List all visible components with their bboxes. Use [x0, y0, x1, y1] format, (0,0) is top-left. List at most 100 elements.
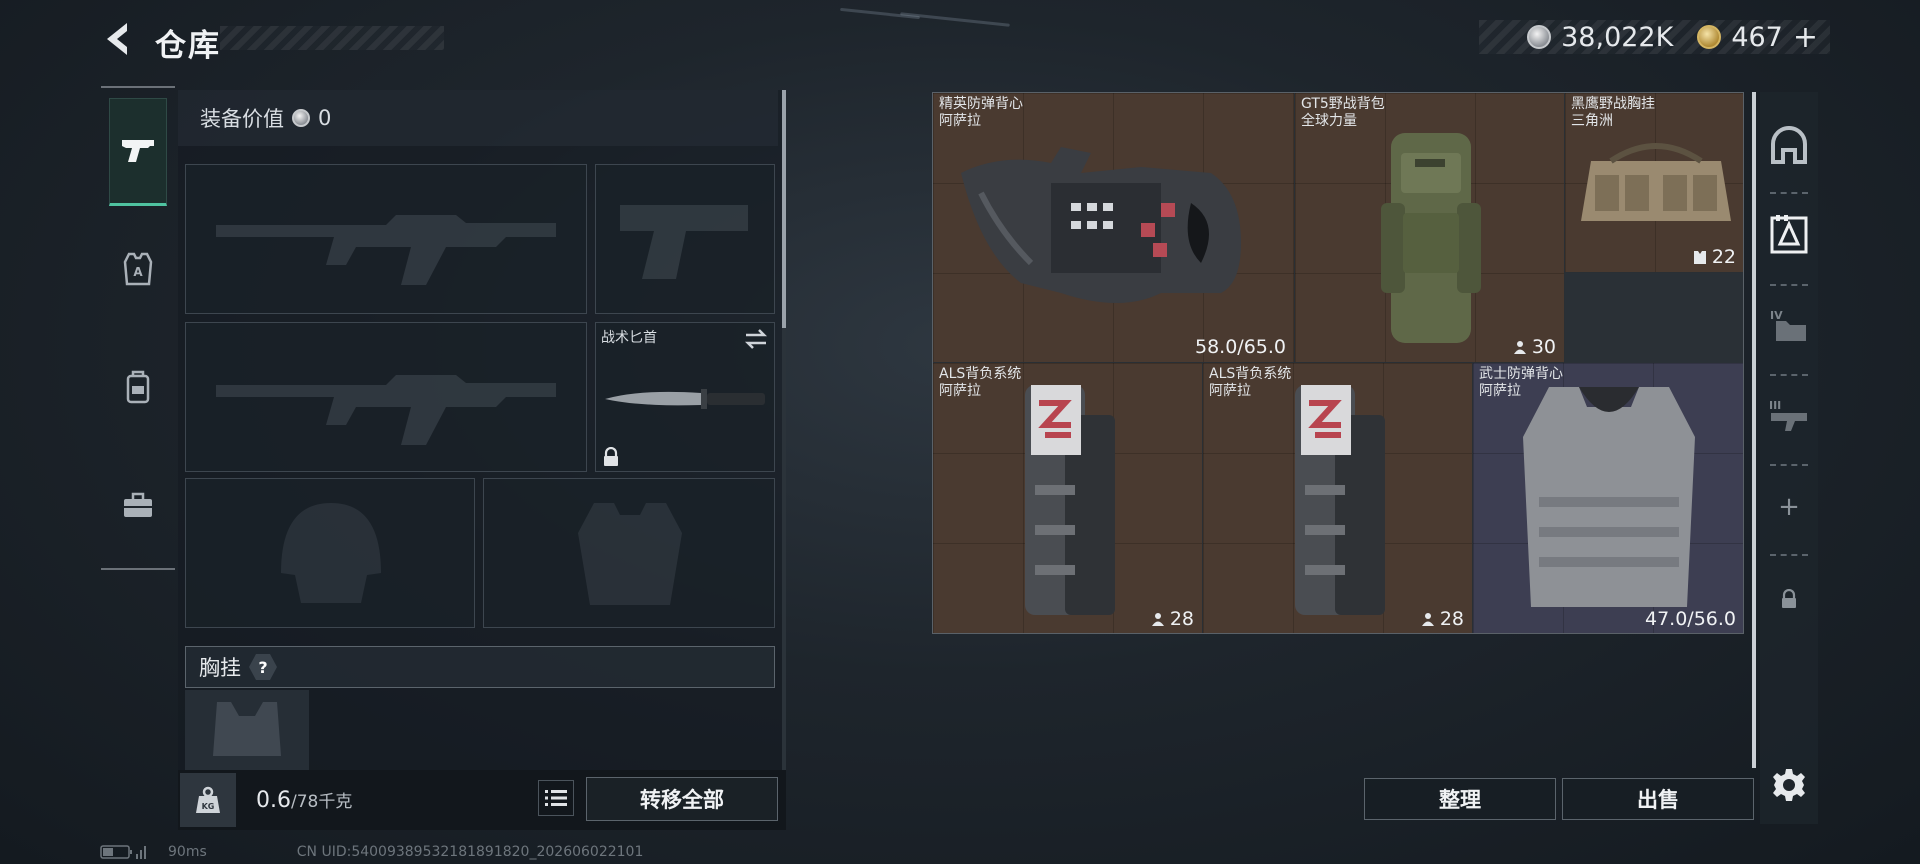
- category-separator: [1770, 284, 1808, 286]
- capacity: 28: [1420, 608, 1464, 630]
- item-name: 黑鹰野战胸挂 三角洲: [1571, 96, 1655, 130]
- body-armor-slot[interactable]: [483, 478, 775, 628]
- loadout-scroll-thumb[interactable]: [782, 90, 786, 328]
- tab-case[interactable]: [109, 476, 167, 534]
- capacity-value: 28: [1439, 608, 1464, 630]
- loadout-panel: 装备价值 0 战术匕首 胸挂 ? KG 0.6/78千克 转移全部: [178, 90, 786, 830]
- armor-category-icon: [1770, 215, 1808, 254]
- silver-coin-icon: [292, 109, 310, 127]
- category-add[interactable]: +: [1760, 472, 1818, 542]
- equipment-value: 装备价值 0: [178, 90, 778, 146]
- silver-balance: 38,022K: [1561, 21, 1674, 53]
- storage-scrollbar[interactable]: [1752, 92, 1756, 768]
- lock-icon: [604, 447, 618, 466]
- category-separator: [1770, 374, 1808, 376]
- tab-backpack[interactable]: [109, 358, 167, 416]
- folder-iv-icon: IV: [1770, 309, 1806, 341]
- storage-item[interactable]: 精英防弹背心 阿萨拉 58.0/65.0: [933, 93, 1295, 363]
- capacity-icon: [1151, 613, 1164, 626]
- chest-rig-slot[interactable]: [185, 690, 309, 770]
- item-brand: 全球力量: [1301, 113, 1357, 129]
- capacity-value: 28: [1169, 608, 1194, 630]
- storage-item[interactable]: GT5野战背包 全球力量 30: [1295, 93, 1565, 363]
- back-arrow-icon: [107, 23, 127, 55]
- sell-button[interactable]: 出售: [1562, 778, 1754, 820]
- category-armor[interactable]: [1760, 200, 1818, 270]
- storage-item[interactable]: ALS背负系统 阿萨拉 28: [1203, 363, 1473, 633]
- storage-item[interactable]: 黑鹰野战胸挂 三角洲 22: [1565, 93, 1743, 273]
- helmet-category-icon: [1771, 126, 1807, 164]
- rifle-silhouette-icon: [216, 215, 556, 285]
- weight-value: 0.6: [256, 788, 291, 813]
- plus-icon: +: [1778, 492, 1800, 522]
- list-icon: [545, 790, 567, 806]
- melee-label: 战术匕首: [601, 330, 657, 346]
- durability: 58.0/65.0: [1194, 336, 1286, 358]
- rifle-silhouette-icon: [216, 375, 556, 445]
- category-tier-iii[interactable]: III: [1760, 380, 1818, 450]
- weight-icon: KG: [180, 773, 236, 827]
- add-currency-button[interactable]: +: [1793, 20, 1818, 55]
- ping-value: 90ms: [168, 844, 207, 860]
- tab-weapons[interactable]: [109, 98, 167, 206]
- secondary-weapon-slot[interactable]: [185, 322, 587, 472]
- lock-icon: [1782, 589, 1796, 608]
- storage-item[interactable]: ALS背负系统 阿萨拉 28: [933, 363, 1203, 633]
- swap-icon[interactable]: [744, 329, 768, 349]
- help-icon[interactable]: ?: [249, 654, 277, 680]
- equipment-tabs: A: [101, 86, 175, 570]
- tab-armor[interactable]: A: [109, 240, 167, 298]
- title-decoration: [220, 26, 444, 50]
- capacity: 30: [1512, 336, 1556, 358]
- item-title: 黑鹰野战胸挂: [1571, 96, 1655, 112]
- category-helmet[interactable]: [1760, 110, 1818, 180]
- settings-button[interactable]: [1766, 762, 1812, 808]
- melee-slot[interactable]: 战术匕首: [595, 322, 775, 472]
- svg-text:KG: KG: [202, 802, 215, 811]
- category-separator: [1770, 464, 1808, 466]
- transfer-all-button[interactable]: 转移全部: [586, 777, 778, 821]
- helmet-slot[interactable]: [185, 478, 475, 628]
- list-view-button[interactable]: [538, 780, 574, 816]
- briefcase-icon: [124, 492, 152, 517]
- chest-rig-image: [1581, 143, 1731, 221]
- capacity: 22: [1692, 246, 1736, 268]
- category-locked[interactable]: [1760, 564, 1818, 634]
- back-button[interactable]: [98, 20, 138, 58]
- capacity: 28: [1150, 608, 1194, 630]
- item-brand: 阿萨拉: [939, 383, 981, 399]
- helmet-silhouette-icon: [281, 503, 381, 603]
- silver-coin-icon: [1527, 25, 1552, 49]
- svg-text:A: A: [133, 265, 143, 279]
- gold-coin-icon: [1697, 25, 1722, 49]
- pistol-silhouette-icon: [620, 205, 748, 279]
- empty-cell[interactable]: [1565, 273, 1743, 363]
- item-name: 精英防弹背心 阿萨拉: [939, 96, 1023, 130]
- armor-icon: A: [123, 252, 153, 286]
- capacity-icon: [1421, 613, 1434, 626]
- primary-weapon-slot[interactable]: [185, 164, 587, 314]
- als-rig-image: [1025, 385, 1115, 615]
- svg-text:IV: IV: [1770, 309, 1783, 322]
- item-brand: 阿萨拉: [1209, 383, 1251, 399]
- gun-iii-icon: III: [1769, 399, 1807, 431]
- chest-rig-label: 胸挂: [199, 656, 241, 680]
- durability: 47.0/56.0: [1644, 608, 1736, 630]
- capacity-value: 22: [1711, 246, 1736, 268]
- category-separator: [1770, 192, 1808, 194]
- gold-balance: 467: [1731, 21, 1783, 53]
- pistol-slot[interactable]: [595, 164, 775, 314]
- current-weight: 0.6/78千克: [256, 787, 352, 813]
- item-brand: 阿萨拉: [939, 113, 981, 129]
- sort-button[interactable]: 整理: [1364, 778, 1556, 820]
- item-title: 精英防弹背心: [939, 96, 1023, 112]
- gear-icon: [1773, 769, 1805, 801]
- category-tier-iv[interactable]: IV: [1760, 290, 1818, 360]
- page-title: 仓库: [155, 28, 221, 64]
- storage-item[interactable]: 武士防弹背心 阿萨拉 47.0/56.0: [1473, 363, 1743, 633]
- item-title: GT5野战背包: [1301, 96, 1385, 112]
- backpack-icon: [126, 370, 150, 404]
- category-bar: IV III +: [1760, 92, 1818, 824]
- chest-rig-silhouette-icon: [213, 702, 281, 756]
- currency-bar: 38,022K 467 +: [1479, 20, 1830, 55]
